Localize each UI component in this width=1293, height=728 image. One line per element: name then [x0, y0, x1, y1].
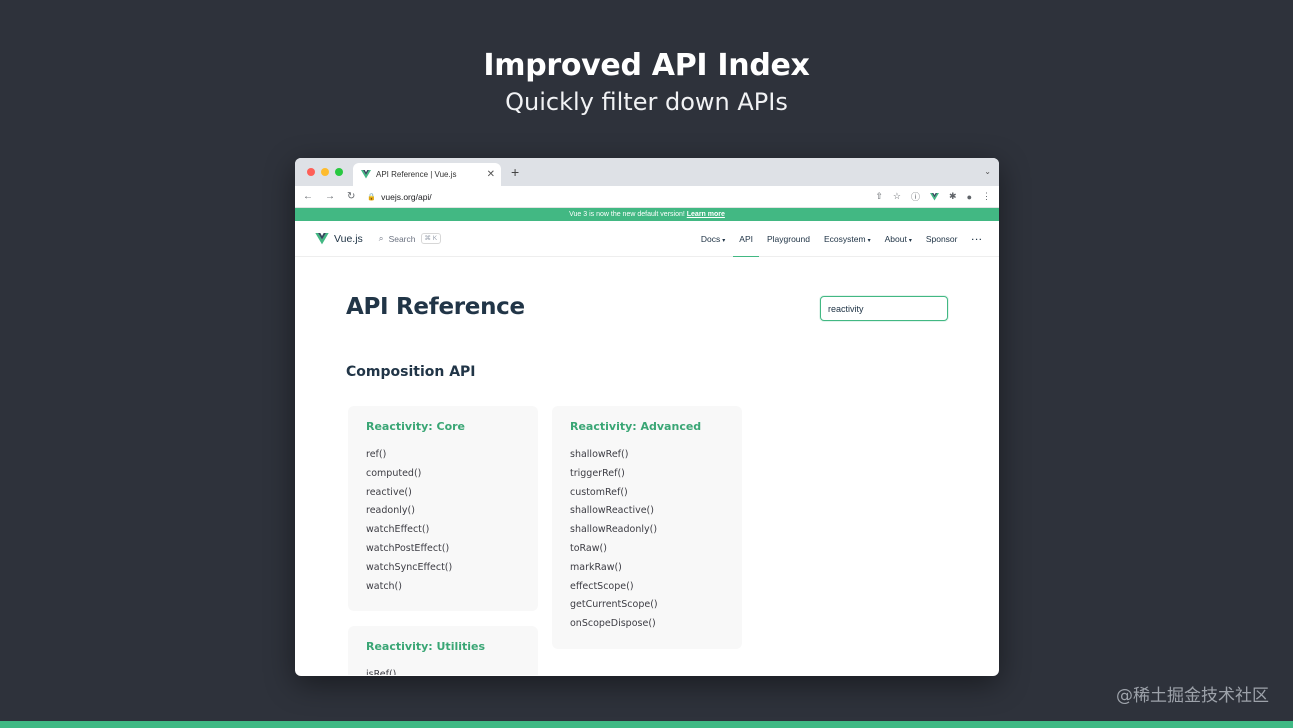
share-icon[interactable]: ⇧	[875, 191, 883, 202]
api-group-card: Reactivity: Core ref() computed() reacti…	[348, 406, 538, 611]
chevron-down-icon[interactable]: ⌄	[984, 167, 991, 176]
search-icon: ⌕	[378, 233, 384, 243]
api-link[interactable]: onScopeDispose()	[570, 615, 724, 634]
api-link[interactable]: watchEffect()	[366, 521, 520, 540]
window-controls	[307, 168, 343, 176]
tab-title: API Reference | Vue.js	[376, 170, 457, 179]
api-link[interactable]: triggerRef()	[570, 465, 724, 484]
profile-icon[interactable]: ●	[967, 192, 972, 202]
nav-about-label: About	[884, 233, 907, 244]
api-group-title[interactable]: Reactivity: Core	[366, 420, 520, 433]
api-list: shallowRef() triggerRef() customRef() sh…	[570, 446, 724, 634]
nav-docs-label: Docs	[700, 233, 721, 244]
nav-api[interactable]: API	[733, 234, 759, 257]
watermark: @稀土掘金技术社区	[1116, 686, 1269, 706]
api-link[interactable]: isRef()	[366, 666, 520, 675]
api-link[interactable]: computed()	[366, 465, 520, 484]
reload-icon[interactable]: ↻	[347, 191, 355, 202]
search-label: Search	[388, 233, 416, 244]
api-filter-input[interactable]	[820, 296, 948, 321]
vue-logo-icon	[361, 170, 371, 179]
address-bar: ← → ↻ 🔒 vuejs.org/api/ ⇧ ☆ ⓘ ✱ ● ⋮	[295, 186, 999, 208]
api-list: isRef()	[366, 666, 520, 675]
utilities-card-clip: Reactivity: Utilities isRef()	[348, 626, 538, 675]
api-link[interactable]: getCurrentScope()	[570, 596, 724, 615]
nav-about[interactable]: About ▾	[885, 234, 912, 244]
site-navbar: Vue.js ⌕ Search ⌘ K Docs ▾ API Playground…	[295, 221, 999, 257]
api-link[interactable]: shallowReactive()	[570, 502, 724, 521]
maximize-window-button[interactable]	[335, 168, 343, 176]
api-link[interactable]: watchPostEffect()	[366, 540, 520, 559]
api-list: ref() computed() reactive() readonly() w…	[366, 446, 520, 596]
api-link[interactable]: watch()	[366, 578, 520, 597]
nav-sponsor[interactable]: Sponsor	[926, 234, 958, 244]
api-group-title[interactable]: Reactivity: Advanced	[570, 420, 724, 433]
close-window-button[interactable]	[307, 168, 315, 176]
learn-more-link[interactable]: Learn more	[687, 211, 725, 218]
api-link[interactable]: ref()	[366, 446, 520, 465]
vue-logo-icon	[315, 232, 329, 244]
api-link[interactable]: customRef()	[570, 484, 724, 503]
api-link[interactable]: shallowRef()	[570, 446, 724, 465]
api-link[interactable]: markRaw()	[570, 559, 724, 578]
info-icon[interactable]: ⓘ	[911, 190, 920, 203]
site-nav-links: Docs ▾ API Playground Ecosystem ▾ About ▾ S…	[701, 234, 984, 257]
bookmark-star-icon[interactable]: ☆	[893, 191, 901, 202]
slide-title: Improved API Index	[483, 48, 810, 83]
chevron-down-icon: ▾	[908, 237, 912, 244]
close-tab-icon[interactable]: ✕	[487, 169, 495, 180]
api-link[interactable]: readonly()	[366, 502, 520, 521]
menu-kebab-icon[interactable]: ⋮	[982, 191, 991, 202]
nav-ecosystem[interactable]: Ecosystem ▾	[824, 234, 871, 244]
api-link[interactable]: shallowReadonly()	[570, 521, 724, 540]
more-menu-icon[interactable]: ···	[972, 234, 984, 244]
site-logo-text: Vue.js	[334, 232, 363, 245]
nav-playground[interactable]: Playground	[767, 234, 810, 244]
api-link[interactable]: toRaw()	[570, 540, 724, 559]
browser-tab-active[interactable]: API Reference | Vue.js ✕	[353, 163, 501, 186]
api-link[interactable]: reactive()	[366, 484, 520, 503]
accent-bar	[0, 721, 1293, 728]
minimize-window-button[interactable]	[321, 168, 329, 176]
api-group-title[interactable]: Reactivity: Utilities	[366, 640, 520, 653]
chevron-down-icon: ▾	[722, 237, 726, 244]
banner-text: Vue 3 is now the new default version!	[569, 211, 685, 218]
extensions-icon[interactable]: ✱	[949, 191, 957, 202]
chevron-down-icon: ▾	[867, 237, 871, 244]
search-shortcut: ⌘ K	[420, 233, 442, 244]
back-arrow-icon[interactable]: ←	[303, 191, 313, 202]
site-search-button[interactable]: ⌕ Search ⌘ K	[378, 233, 442, 244]
api-link[interactable]: watchSyncEffect()	[366, 559, 520, 578]
section-title: Composition API	[346, 364, 476, 380]
slide-subtitle: Quickly filter down APIs	[505, 88, 788, 116]
site-logo[interactable]: Vue.js	[315, 232, 363, 245]
forward-arrow-icon[interactable]: →	[325, 191, 335, 202]
nav-ecosystem-label: Ecosystem	[824, 233, 866, 244]
lock-icon: 🔒	[367, 193, 377, 201]
version-banner: Vue 3 is now the new default version! Le…	[295, 208, 999, 221]
url-field[interactable]: 🔒 vuejs.org/api/	[367, 192, 863, 202]
url-text: vuejs.org/api/	[381, 191, 432, 202]
nav-docs[interactable]: Docs ▾	[701, 234, 725, 244]
vue-devtools-icon[interactable]	[930, 192, 939, 201]
browser-tabstrip: API Reference | Vue.js ✕ + ⌄	[295, 158, 999, 186]
new-tab-button[interactable]: +	[511, 165, 519, 179]
page-title: API Reference	[346, 294, 525, 320]
api-group-card: Reactivity: Utilities isRef()	[348, 626, 538, 675]
api-link[interactable]: effectScope()	[570, 578, 724, 597]
api-group-card: Reactivity: Advanced shallowRef() trigge…	[552, 406, 742, 649]
